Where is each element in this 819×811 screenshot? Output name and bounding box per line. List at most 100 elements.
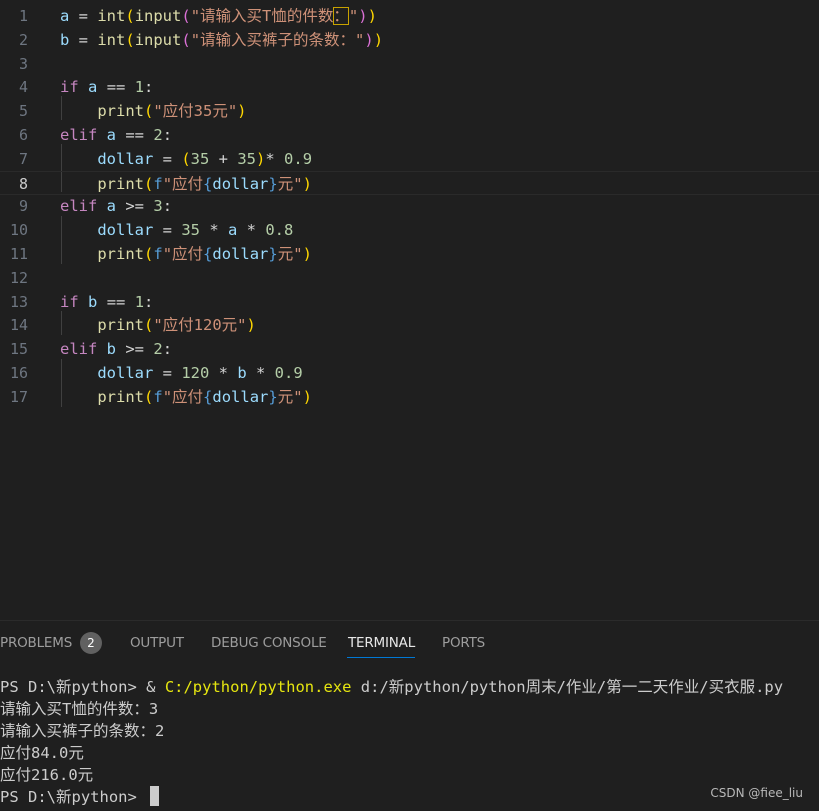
code-line[interactable]: 8 print(f"应付{dollar}元"): [0, 170, 819, 196]
code-token: elif: [60, 197, 98, 216]
code-token: "请输入买T恤的件数: [190, 7, 334, 25]
code-token: 元": [277, 387, 303, 406]
line-number: 10: [9, 221, 28, 240]
code-line[interactable]: 17 print(f"应付{dollar}元"): [0, 385, 819, 409]
code-token: if: [60, 292, 79, 311]
code-token: ): [302, 245, 312, 263]
terminal-line: 请输入买T恤的件数：3: [0, 700, 159, 718]
terminal-script-path: d:/新python/python周末/作业/第一二天作业/买衣服.py: [351, 678, 784, 696]
code-token: ": [348, 7, 359, 25]
line-number: 9: [18, 197, 28, 216]
code-line[interactable]: 12: [0, 266, 819, 290]
code-token: "应付: [162, 174, 204, 193]
code-text[interactable]: dollar = 35 * a * 0.8: [60, 218, 293, 242]
code-token: elif: [60, 126, 98, 144]
code-token: (: [181, 149, 191, 168]
code-token: int: [97, 30, 126, 49]
code-text[interactable]: elif b >= 2:: [60, 337, 172, 361]
code-token: if: [60, 78, 79, 97]
code-line[interactable]: 1a = int(input("请输入买T恤的件数：")): [0, 4, 819, 28]
code-line[interactable]: 5 print("应付35元"): [0, 99, 819, 123]
code-token: 35: [190, 149, 210, 168]
tab-ports[interactable]: PORTS: [442, 635, 485, 651]
code-token: :: [162, 340, 173, 359]
code-line[interactable]: 6 elif a == 2:: [0, 123, 819, 147]
code-token: elif: [60, 340, 98, 359]
code-line[interactable]: 7 dollar = (35 + 35)* 0.9: [0, 147, 819, 171]
code-token: *: [200, 221, 228, 240]
code-token: {: [203, 387, 213, 406]
code-line[interactable]: 13 if b == 1:: [0, 290, 819, 314]
code-token: 2: [153, 340, 163, 359]
terminal[interactable]: PS D:\新python> & C:/python/python.exe d:…: [0, 676, 819, 808]
code-token: "应付35元": [153, 102, 238, 121]
code-token: ): [256, 149, 266, 168]
tab-output[interactable]: OUTPUT: [130, 635, 184, 651]
code-line[interactable]: 4 if a == 1:: [0, 75, 819, 99]
code-token: ): [358, 7, 368, 25]
line-number: 11: [9, 245, 28, 263]
code-text[interactable]: print(f"应付{dollar}元"): [60, 172, 312, 196]
code-token: 元": [277, 174, 303, 193]
code-token: dollar: [212, 245, 269, 263]
code-line[interactable]: 2b = int(input("请输入买裤子的条数：")): [0, 28, 819, 52]
code-token: dollar: [97, 221, 154, 240]
line-number: 14: [9, 316, 28, 335]
code-token: 1: [134, 78, 145, 97]
code-line[interactable]: 9 elif a >= 3:: [0, 194, 819, 218]
line-number: 4: [18, 78, 28, 97]
code-text[interactable]: elif a >= 3:: [60, 194, 172, 218]
code-token: ==: [97, 78, 135, 97]
code-token: (: [181, 30, 191, 49]
code-token: a: [106, 126, 117, 144]
tab-debug-console[interactable]: DEBUG CONSOLE: [211, 635, 327, 651]
code-token: "应付120元": [153, 316, 247, 335]
code-text[interactable]: a = int(input("请输入买T恤的件数：")): [60, 4, 377, 28]
code-editor[interactable]: 1a = int(input("请输入买T恤的件数：")) 2 b = int(in…: [0, 0, 819, 620]
code-token: input: [134, 7, 182, 25]
code-line[interactable]: 10 dollar = 35 * a * 0.8: [0, 218, 819, 242]
code-token: a: [106, 197, 117, 216]
code-token: "应付: [162, 387, 204, 406]
code-text[interactable]: if b == 1:: [60, 290, 153, 314]
code-token: {: [203, 245, 213, 263]
active-tab-indicator: [347, 657, 415, 658]
code-text[interactable]: b = int(input("请输入买裤子的条数：")): [60, 28, 383, 52]
code-text[interactable]: dollar = (35 + 35)* 0.9: [60, 147, 312, 171]
terminal-input-line[interactable]: PS D:\新python>: [0, 786, 819, 808]
code-text[interactable]: elif a == 2:: [60, 123, 172, 147]
code-token: 2: [153, 126, 163, 144]
line-number: 5: [18, 102, 28, 121]
code-line[interactable]: 16 dollar = 120 * b * 0.9: [0, 361, 819, 385]
code-token: {: [203, 174, 213, 193]
terminal-line: 应付216.0元: [0, 766, 94, 784]
code-text[interactable]: print("应付120元"): [60, 313, 256, 337]
code-line[interactable]: 14 print("应付120元"): [0, 313, 819, 337]
code-token: dollar: [97, 149, 154, 168]
tab-problems[interactable]: PROBLEMS: [0, 635, 72, 651]
tab-terminal[interactable]: TERMINAL: [348, 635, 415, 651]
code-token: print: [97, 102, 144, 121]
code-text[interactable]: print(f"应付{dollar}元"): [60, 242, 312, 266]
code-token: }: [268, 387, 278, 406]
line-number: 17: [9, 387, 28, 406]
code-token: *: [209, 364, 238, 382]
problems-count-badge: 2: [80, 632, 102, 654]
code-token: 0.8: [265, 221, 294, 240]
code-text[interactable]: print(f"应付{dollar}元"): [60, 385, 312, 409]
code-line[interactable]: 11 print(f"应付{dollar}元"): [0, 242, 819, 266]
code-line[interactable]: 15 elif b >= 2:: [0, 337, 819, 361]
code-token: ): [302, 174, 312, 193]
code-text[interactable]: dollar = 120 * b * 0.9: [60, 361, 302, 385]
code-token: print: [97, 387, 144, 406]
code-line[interactable]: 3: [0, 52, 819, 76]
code-token: =: [153, 221, 182, 240]
code-token: b: [237, 364, 247, 382]
code-text[interactable]: print("应付35元"): [60, 99, 246, 123]
code-token: ): [364, 30, 374, 49]
code-token: ：: [333, 7, 349, 25]
code-text[interactable]: if a == 1:: [60, 75, 153, 99]
line-number: 12: [9, 268, 28, 287]
